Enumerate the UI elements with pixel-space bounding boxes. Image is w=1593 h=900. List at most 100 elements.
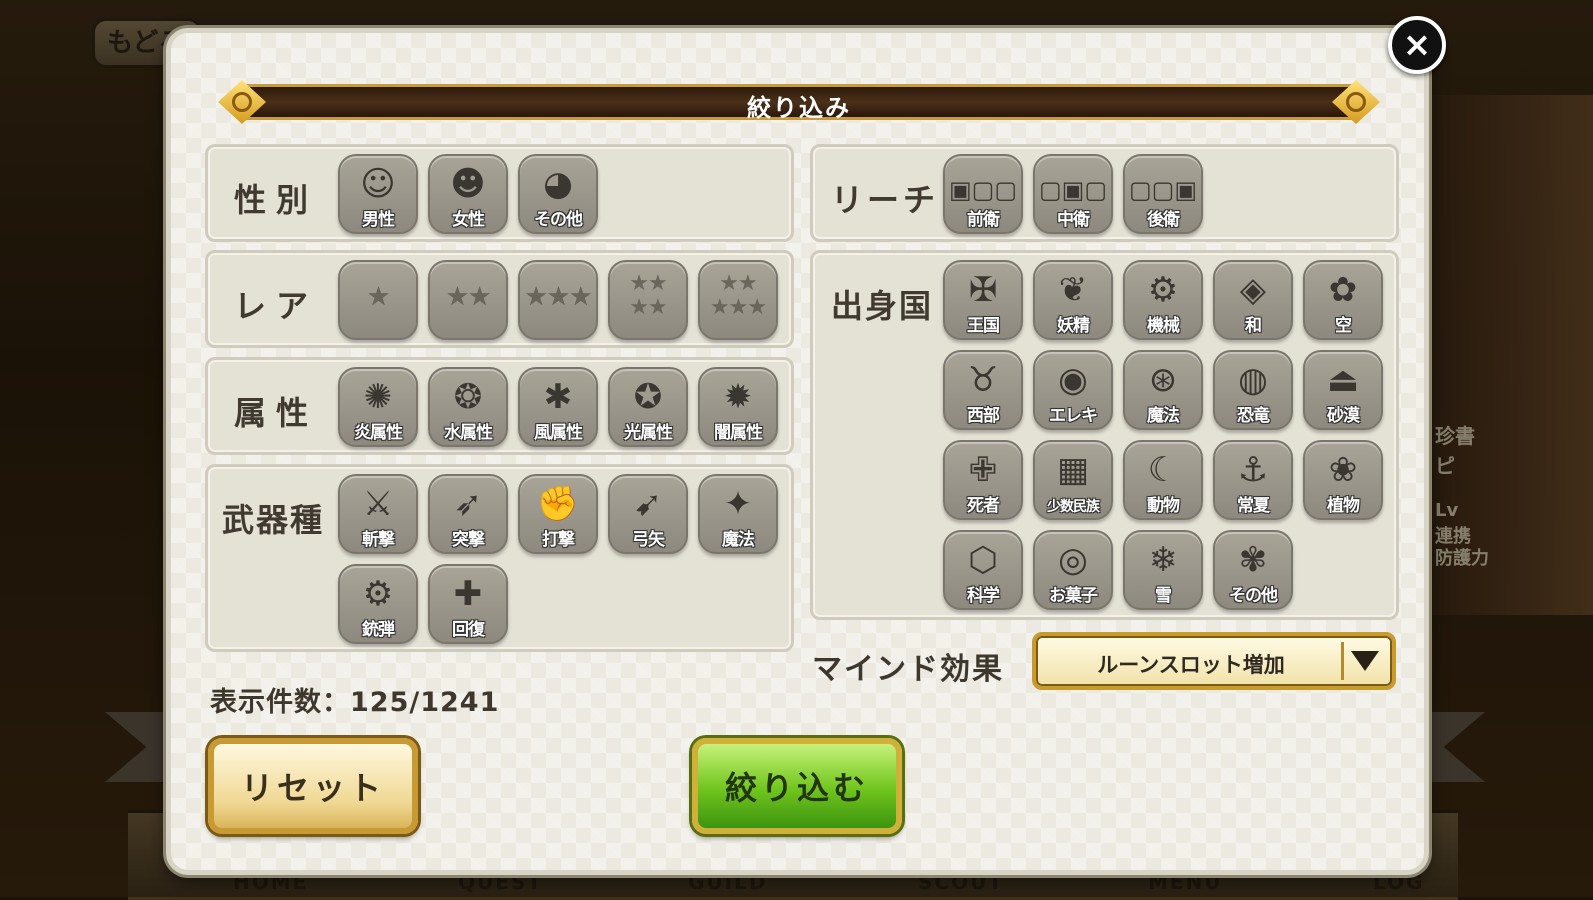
rarity-icon: ★★ ★★★ — [709, 271, 767, 320]
origin-icon: ◍ — [1238, 360, 1268, 400]
filter-origin-button[interactable]: ◉ エレキ — [1033, 350, 1113, 430]
filter-rarity-button[interactable]: ★★★ — [518, 260, 598, 340]
section-label-gender: 性別 — [234, 181, 319, 219]
filter-reach-button[interactable]: ▢▣▢ 中衛 — [1033, 154, 1113, 234]
filter-attribute-button[interactable]: ✪ 光属性 — [608, 367, 688, 447]
filter-origin-button[interactable]: ♉ 西部 — [943, 350, 1023, 430]
filter-reach-button[interactable]: ▢▢▣ 後衛 — [1123, 154, 1203, 234]
weapon-icon: ⚔ — [362, 484, 394, 524]
filter-origin-button[interactable]: ⬡ 科学 — [943, 530, 1023, 610]
origin-icon: ◈ — [1239, 270, 1267, 310]
filter-attribute-label: 風属性 — [534, 423, 583, 443]
rarity-icon: ★★★ — [524, 282, 593, 312]
filter-rarity-button[interactable]: ★★ — [428, 260, 508, 340]
filter-attribute-label: 炎属性 — [354, 423, 403, 443]
filter-attribute-button[interactable]: ✺ 炎属性 — [338, 367, 418, 447]
filter-weapon-button[interactable]: ➶ 突撃 — [428, 474, 508, 554]
close-icon: × — [1402, 25, 1432, 65]
filter-gender-label: 女性 — [452, 210, 485, 230]
filter-attribute-label: 光属性 — [624, 423, 673, 443]
origin-icon: ✿ — [1328, 270, 1358, 310]
filter-weapon-label: 斬撃 — [362, 530, 395, 550]
origin-icon: ⚓ — [1237, 450, 1269, 490]
filter-origin-label: 西部 — [967, 406, 1000, 426]
attribute-icon: ✺ — [363, 377, 393, 417]
filter-origin-label: エレキ — [1049, 406, 1098, 426]
filter-weapon-button[interactable]: ✦ 魔法 — [698, 474, 778, 554]
filter-weapon-label: 回復 — [452, 620, 485, 640]
filter-attribute-button[interactable]: ❂ 水属性 — [428, 367, 508, 447]
filter-origin-label: 和 — [1245, 316, 1262, 336]
filter-origin-button[interactable]: ◍ 恐竜 — [1213, 350, 1293, 430]
filter-origin-button[interactable]: ❦ 妖精 — [1033, 260, 1113, 340]
result-count-label: 表示件数： — [210, 687, 350, 718]
origin-icon: ✠ — [968, 270, 998, 310]
filter-origin-button[interactable]: ❄ 雪 — [1123, 530, 1203, 610]
dropdown-arrow-icon — [1341, 642, 1386, 680]
filter-rarity-button[interactable]: ★ — [338, 260, 418, 340]
origin-icon: ◎ — [1058, 540, 1088, 580]
filter-gender-button[interactable]: ◕ その他 — [518, 154, 598, 234]
filter-origin-button[interactable]: ☾ 動物 — [1123, 440, 1203, 520]
origin-icon: ☾ — [1147, 450, 1179, 490]
section-label-weapon: 武器種 — [222, 501, 325, 539]
filter-rarity-button[interactable]: ★★ ★★★ — [698, 260, 778, 340]
filter-gender-button[interactable]: ☺ 男性 — [338, 154, 418, 234]
reach-icon: ▣▢▢ — [948, 176, 1018, 204]
filter-origin-button[interactable]: ❀ 植物 — [1303, 440, 1383, 520]
filter-gender-button[interactable]: ☻ 女性 — [428, 154, 508, 234]
apply-filter-button[interactable]: 絞り込む — [692, 738, 902, 834]
close-button[interactable]: × — [1388, 16, 1446, 74]
filter-origin-button[interactable]: ✿ 空 — [1303, 260, 1383, 340]
filter-gender-label: その他 — [534, 210, 583, 230]
filter-origin-label: 王国 — [967, 316, 1000, 336]
origin-icon: ♉ — [967, 360, 999, 400]
filter-origin-button[interactable]: ⚙ 機械 — [1123, 260, 1203, 340]
filter-attribute-label: 水属性 — [444, 423, 493, 443]
section-label-rarity: レア — [234, 287, 319, 325]
origin-icon: ❀ — [1328, 450, 1358, 490]
origin-icon: ⏏ — [1326, 360, 1360, 400]
filter-origin-label: 妖精 — [1057, 316, 1090, 336]
mind-effect-dropdown[interactable]: ルーンスロット増加 — [1032, 632, 1396, 690]
section-label-origin: 出身国 — [831, 287, 934, 325]
modal-title: 絞り込み — [747, 94, 851, 122]
filter-weapon-button[interactable]: ✚ 回復 — [428, 564, 508, 644]
gender-icon: ◕ — [543, 164, 573, 204]
filter-origin-label: 砂漠 — [1327, 406, 1360, 426]
filter-weapon-button[interactable]: ➹ 弓矢 — [608, 474, 688, 554]
result-count: 表示件数：125/1241 — [210, 680, 499, 719]
filter-reach-button[interactable]: ▣▢▢ 前衛 — [943, 154, 1023, 234]
filter-origin-button[interactable]: ⊛ 魔法 — [1123, 350, 1203, 430]
filter-rarity-button[interactable]: ★★ ★★ — [608, 260, 688, 340]
filter-gender-label: 男性 — [362, 210, 395, 230]
filter-weapon-button[interactable]: ✊ 打撃 — [518, 474, 598, 554]
filter-origin-label: お菓子 — [1049, 586, 1098, 606]
filter-weapon-label: 打撃 — [542, 530, 575, 550]
gender-icon: ☺ — [360, 164, 396, 204]
filter-origin-button[interactable]: ⚓ 常夏 — [1213, 440, 1293, 520]
reach-icon: ▢▢▣ — [1128, 176, 1198, 204]
filter-weapon-button[interactable]: ⚔ 斬撃 — [338, 474, 418, 554]
weapon-icon: ✦ — [723, 484, 753, 524]
section-label-reach: リーチ — [831, 181, 940, 219]
filter-origin-button[interactable]: ▦ 少数民族 — [1033, 440, 1113, 520]
origin-icon: ◉ — [1058, 360, 1088, 400]
filter-attribute-button[interactable]: ✱ 風属性 — [518, 367, 598, 447]
filter-origin-button[interactable]: ◈ 和 — [1213, 260, 1293, 340]
filter-origin-button[interactable]: ✙ 死者 — [943, 440, 1023, 520]
filter-attribute-button[interactable]: ✹ 闇属性 — [698, 367, 778, 447]
section-label-attribute: 属性 — [234, 394, 319, 432]
result-count-value: 125/1241 — [350, 687, 500, 718]
weapon-icon: ✚ — [453, 574, 483, 614]
origin-icon: ✙ — [968, 450, 998, 490]
filter-origin-label: 魔法 — [1147, 406, 1180, 426]
filter-origin-button[interactable]: ✾ その他 — [1213, 530, 1293, 610]
filter-origin-button[interactable]: ◎ お菓子 — [1033, 530, 1113, 610]
filter-origin-label: 常夏 — [1237, 496, 1270, 516]
reset-button[interactable]: リセット — [208, 738, 418, 834]
filter-origin-button[interactable]: ⏏ 砂漠 — [1303, 350, 1383, 430]
filter-origin-button[interactable]: ✠ 王国 — [943, 260, 1023, 340]
filter-weapon-button[interactable]: ⚙ 銃弾 — [338, 564, 418, 644]
origin-icon: ❄ — [1148, 540, 1178, 580]
